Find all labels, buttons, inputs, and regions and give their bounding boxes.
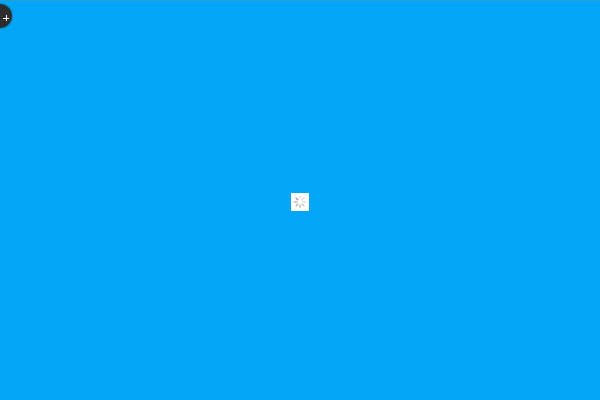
spinner-tick [295, 203, 299, 207]
spinner-icon [293, 195, 307, 209]
add-button[interactable] [0, 4, 12, 28]
loading-screen [0, 0, 600, 400]
spinner-tick [295, 197, 299, 201]
plus-icon [3, 15, 9, 21]
spinner-tick [301, 203, 305, 207]
spinner-tick [301, 197, 305, 201]
loading-indicator [291, 193, 309, 211]
